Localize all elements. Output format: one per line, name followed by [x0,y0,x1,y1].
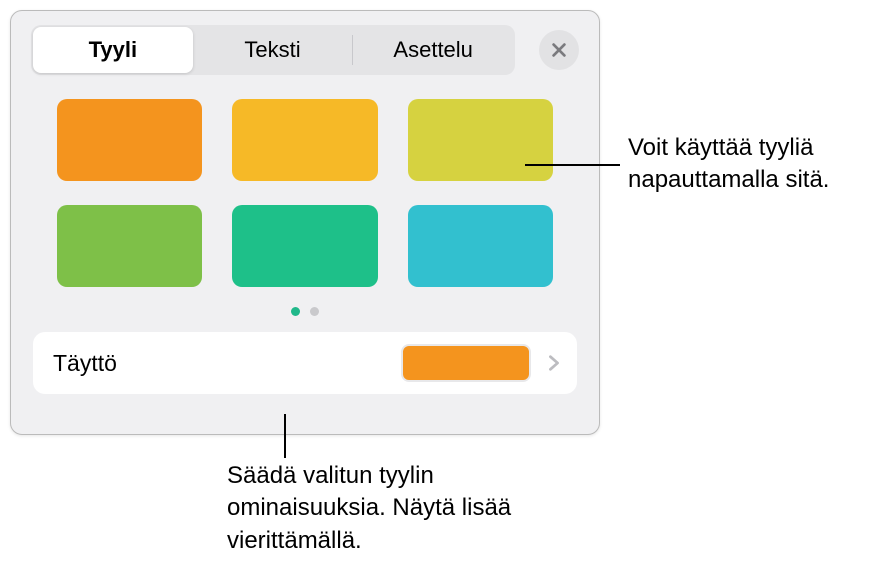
style-swatch-grid [11,89,599,295]
fill-label: Täyttö [53,350,401,377]
style-swatch[interactable] [57,99,202,181]
callout-adjust-properties: Säädä valitun tyylin ominaisuuksia. Näyt… [227,460,527,557]
callout-line [284,414,286,458]
style-swatch[interactable] [232,99,377,181]
page-dot-active [291,307,300,316]
style-swatch[interactable] [408,205,553,287]
style-swatch[interactable] [232,205,377,287]
tab-layout[interactable]: Asettelu [353,27,513,73]
panel-header: Tyyli Teksti Asettelu [11,11,599,89]
style-swatch[interactable] [57,205,202,287]
fill-row[interactable]: Täyttö [33,332,577,394]
callout-line [525,164,620,166]
callout-tap-style: Voit käyttää tyyliä napauttamalla sitä. [628,132,878,197]
tab-text[interactable]: Teksti [193,27,353,73]
close-icon [550,41,568,59]
chevron-right-icon [545,354,563,372]
tab-segmented-control: Tyyli Teksti Asettelu [31,25,515,75]
page-indicator[interactable] [11,295,599,326]
fill-color-preview [401,344,531,382]
format-panel: Tyyli Teksti Asettelu Täyttö [10,10,600,435]
page-dot [310,307,319,316]
close-button[interactable] [539,30,579,70]
style-swatch[interactable] [408,99,553,181]
tab-style[interactable]: Tyyli [33,27,193,73]
